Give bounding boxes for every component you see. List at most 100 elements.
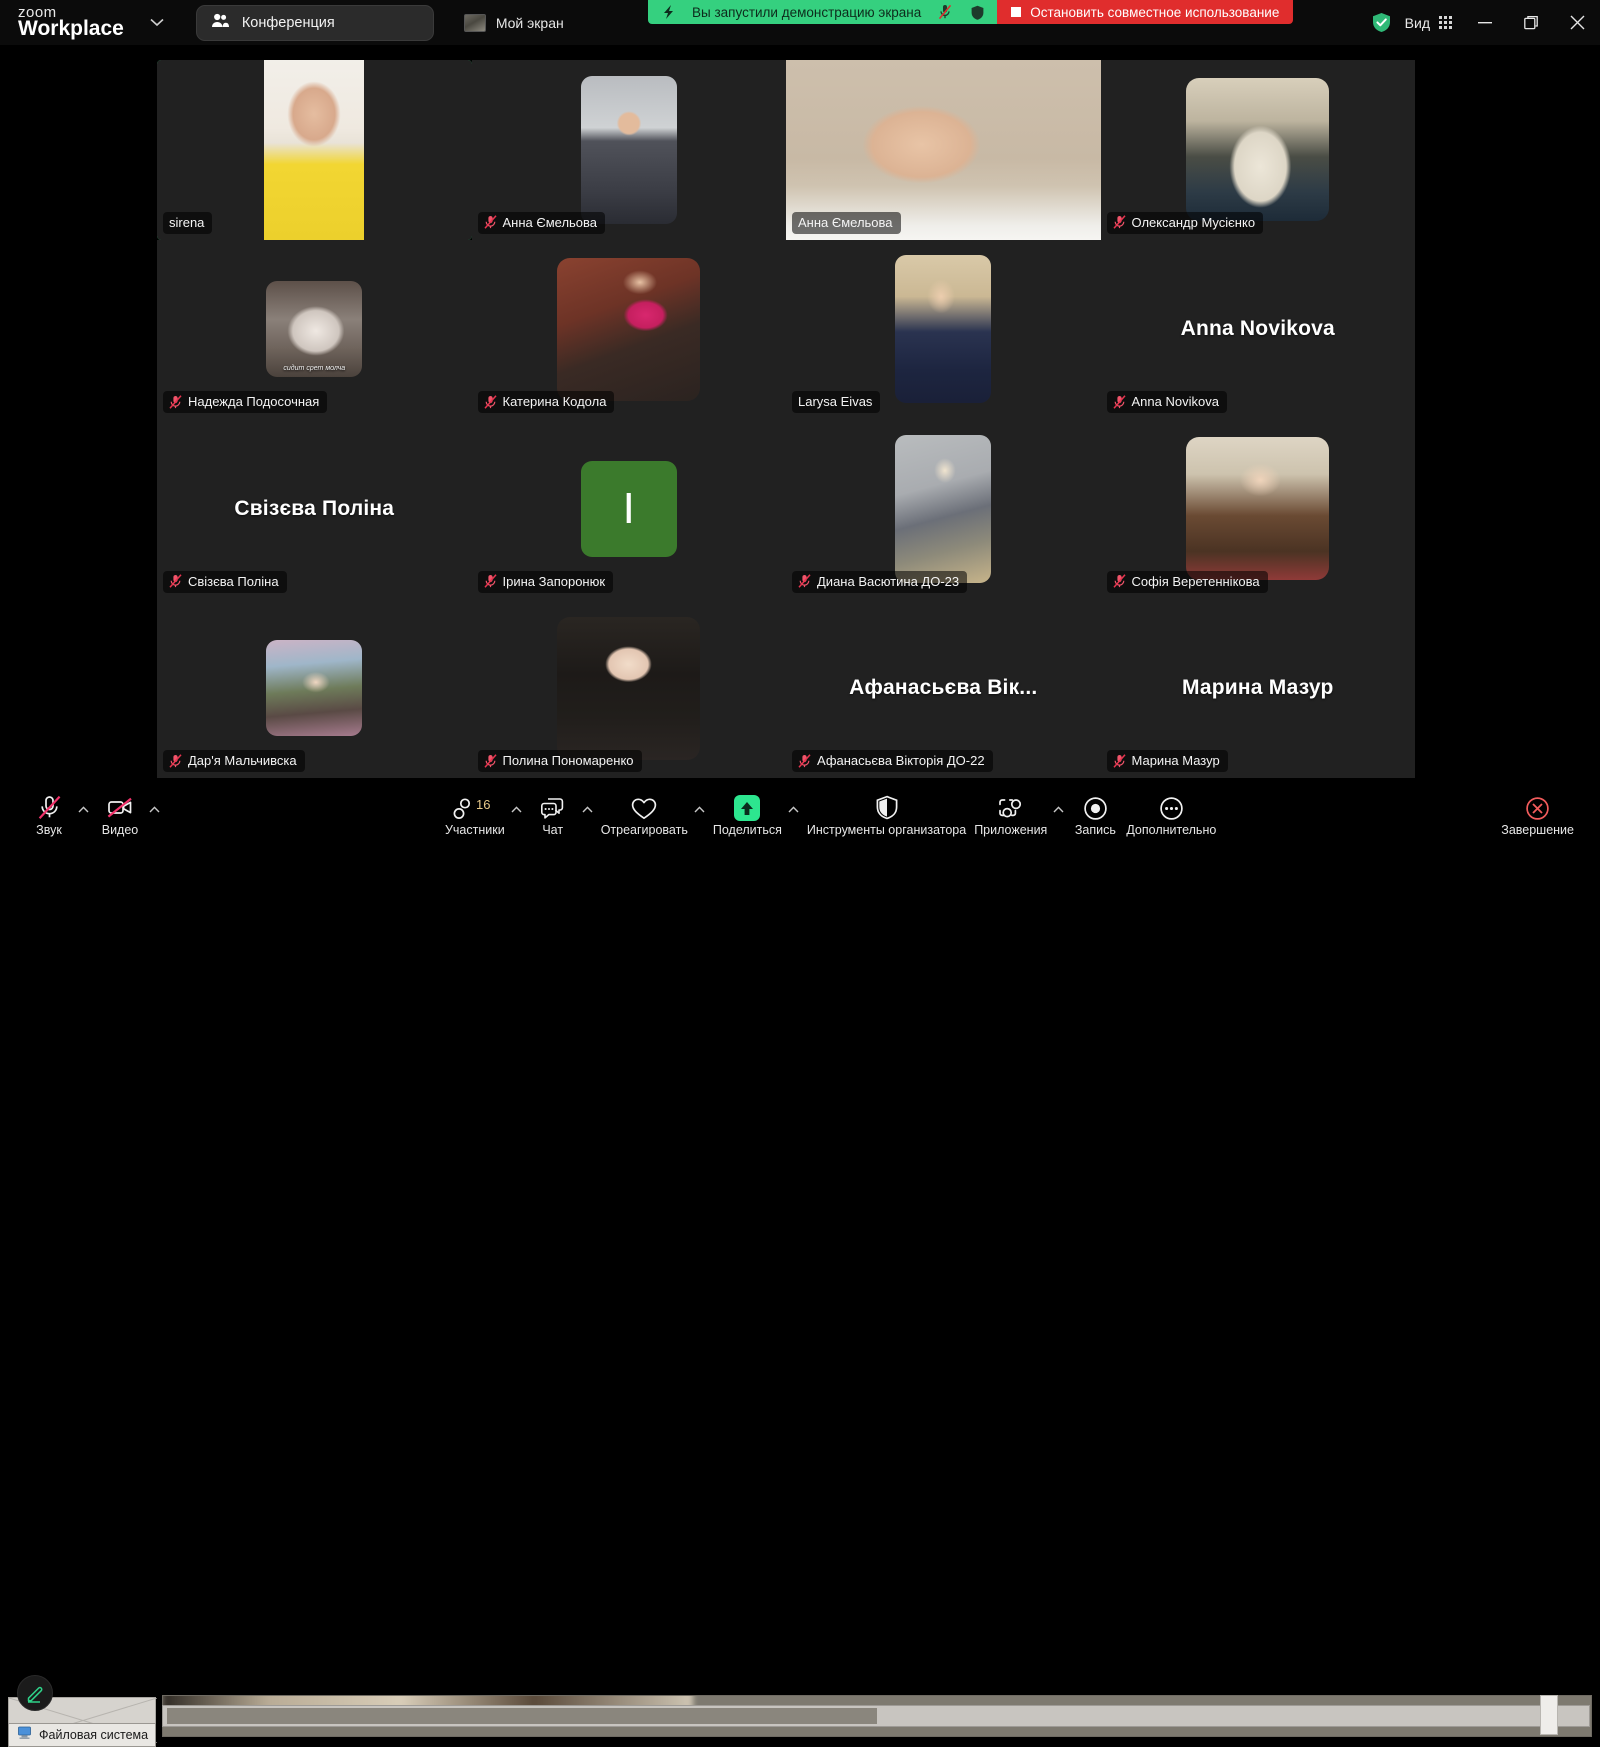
toolbar-right-group: Завершение [1497, 787, 1578, 845]
stop-square-icon [1011, 7, 1022, 17]
pencil-annotate-icon[interactable] [17, 1675, 53, 1711]
participants-button-label: Участники [444, 823, 505, 837]
participant-name-bar: Anna Novikova [1106, 391, 1227, 413]
participant-name-label: Anna Novikova [1131, 394, 1219, 409]
participant-name-label: Дар'я Мальчивска [188, 753, 297, 768]
participant-tile[interactable]: Диана Васютина ДО-23 [786, 419, 1101, 599]
mic-muted-icon [36, 795, 63, 821]
participant-tile[interactable]: Anna Novikova Anna Novikova [1100, 239, 1415, 419]
participant-name-label: Надежда Подосочная [188, 394, 320, 409]
participant-avatar-photo [580, 75, 677, 224]
more-button[interactable]: Дополнительно [1122, 787, 1220, 845]
mic-muted-icon [798, 574, 811, 588]
mic-muted-icon[interactable] [937, 4, 953, 20]
video-button-label: Видео [101, 823, 139, 837]
share-button-label: Поделиться [712, 823, 782, 837]
participant-name-label: Свізєва Поліна [188, 573, 279, 589]
participant-name-bar: Катерина Кодола [477, 391, 615, 413]
screen-share-banner: Вы запустили демонстрацию экрана Останов… [648, 0, 1294, 24]
tab-my-screen[interactable]: Мой экран [452, 5, 576, 41]
participant-name-bar: Свізєва Поліна [163, 570, 287, 593]
participant-tile[interactable]: Анна Ємельова [786, 60, 1101, 240]
participant-name-label: Катерина Кодола [502, 394, 607, 409]
camera-muted-icon [106, 795, 135, 821]
window-controls-group: Вид [1365, 0, 1600, 45]
participant-name-bar: Анна Ємельова [792, 211, 901, 234]
participant-name-bar: Ірина Запоронюк [477, 570, 614, 593]
share-button[interactable]: Поделиться [709, 787, 786, 845]
participant-tile[interactable]: Софія Веретеннікова [1100, 419, 1415, 599]
minimize-icon[interactable] [1462, 0, 1508, 45]
chevron-down-icon[interactable] [146, 12, 168, 34]
participant-name-bar: Дар'я Мальчивска [163, 750, 305, 772]
mic-muted-icon [483, 394, 497, 409]
react-button[interactable]: Отреагировать [597, 787, 692, 845]
video-button[interactable]: Видео [93, 787, 147, 845]
participant-tile[interactable]: I Ірина Запоронюк [471, 419, 786, 599]
apps-options-caret[interactable] [1051, 804, 1068, 830]
participant-tile[interactable]: Larysa Eivas [786, 239, 1101, 419]
participant-tile[interactable]: Марина Мазур Марина Мазур [1100, 598, 1415, 778]
chat-button[interactable]: Чат [526, 787, 580, 845]
view-button[interactable]: Вид [1399, 0, 1462, 45]
mic-muted-icon [169, 753, 182, 768]
participant-name-bar: Анна Ємельова [477, 211, 606, 234]
participants-options-caret[interactable] [509, 804, 526, 830]
end-meeting-label: Завершение [1501, 823, 1574, 837]
shield-check-icon[interactable] [1365, 0, 1399, 45]
host-tools-button-label: Инструменты организатора [806, 823, 967, 837]
shield-icon[interactable] [969, 4, 985, 20]
participant-avatar-photo [895, 434, 992, 583]
close-icon[interactable] [1554, 0, 1600, 45]
participant-tile[interactable]: Анна Ємельова [471, 60, 786, 240]
horizontal-scrollbar[interactable] [162, 1705, 1590, 1727]
tab-conference-label: Конференция [241, 14, 335, 31]
audio-options-caret[interactable] [76, 804, 93, 830]
participant-name-bar: Полина Пономаренко [477, 750, 642, 772]
vertical-scrollbar[interactable] [1540, 1695, 1558, 1735]
participant-name-label: Larysa Eivas [798, 394, 873, 409]
stop-sharing-button[interactable]: Остановить совместное использование [997, 0, 1294, 24]
tab-conference[interactable]: Конференция [195, 4, 434, 41]
participant-tile[interactable]: Полина Пономаренко [471, 598, 786, 778]
participant-tile[interactable]: Афанасьєва Вік... Афанасьєва Вікторія ДО-… [786, 598, 1101, 778]
participant-name-label: Олександр Мусієнко [1131, 214, 1256, 230]
record-button[interactable]: Запись [1068, 787, 1122, 845]
host-tools-button[interactable]: Инструменты организатора [803, 787, 970, 845]
participant-tile[interactable]: сидит срет молча Надежда Подосочная [157, 239, 472, 419]
chat-bubble-icon [539, 795, 566, 821]
apps-button[interactable]: Приложения [970, 787, 1051, 845]
heart-icon [630, 795, 658, 821]
chat-options-caret[interactable] [580, 804, 597, 830]
apps-icon [997, 795, 1024, 821]
participant-video [264, 60, 365, 240]
grid-layout-icon [1439, 16, 1452, 29]
participants-button[interactable]: 16 Участники [441, 787, 509, 845]
restore-icon[interactable] [1508, 0, 1554, 45]
participant-name-label: Полина Пономаренко [502, 753, 634, 768]
computer-icon [17, 1725, 32, 1745]
participant-initial-avatar: I [580, 460, 677, 557]
participant-tile[interactable]: Катерина Кодола [471, 239, 786, 419]
apps-button-label: Приложения [974, 823, 1048, 837]
more-button-label: Дополнительно [1126, 823, 1217, 837]
participant-name-label: Марина Мазур [1131, 753, 1220, 768]
end-meeting-button[interactable]: Завершение [1497, 787, 1578, 845]
video-options-caret[interactable] [147, 804, 164, 830]
participant-tile[interactable]: Свізєва Поліна Свізєва Поліна [157, 419, 472, 599]
participant-tile[interactable]: Олександр Мусієнко [1100, 60, 1415, 240]
participant-name-bar: Надежда Подосочная [163, 391, 328, 413]
participant-tile[interactable]: sirena [157, 60, 472, 240]
share-options-caret[interactable] [786, 804, 803, 830]
horizontal-scrollbar-thumb[interactable] [167, 1708, 877, 1724]
react-options-caret[interactable] [692, 804, 709, 830]
participant-name-bar: Марина Мазур [1106, 750, 1228, 772]
chat-button-label: Чат [542, 823, 564, 837]
participant-tile[interactable]: Дар'я Мальчивска [157, 598, 472, 778]
participant-avatar-photo [895, 255, 992, 404]
screen-thumbnail-icon [463, 13, 486, 32]
file-system-tab[interactable]: Файловая система [8, 1723, 156, 1747]
participant-avatar-photo [1186, 78, 1330, 222]
audio-button[interactable]: Звук [22, 787, 76, 845]
mic-muted-icon [483, 753, 497, 768]
